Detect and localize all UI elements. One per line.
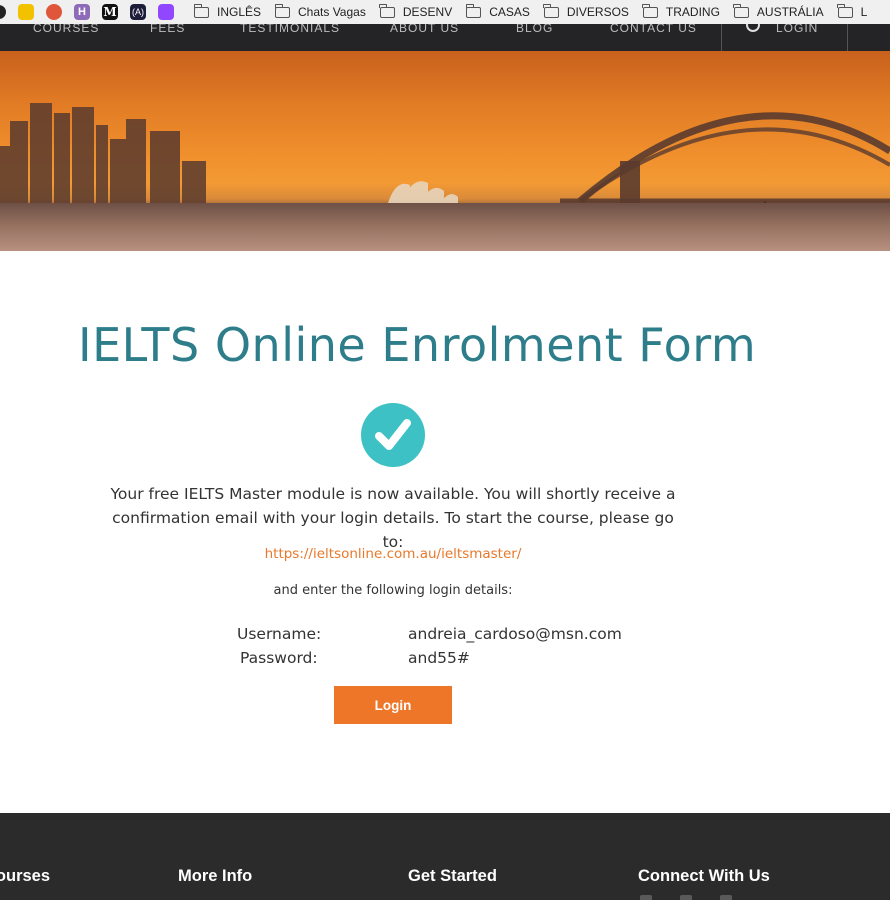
folder-icon (733, 3, 749, 18)
bookmark-folder-label: DIVERSOS (566, 5, 629, 19)
nav-fees[interactable]: FEES (150, 24, 185, 35)
footer-heading-more-info: More Info (178, 867, 253, 885)
username-value: andreia_cardoso@msn.com (408, 625, 622, 643)
bookmark-folder-label: L (860, 5, 868, 19)
twitter-icon[interactable] (680, 895, 692, 900)
bookmark-folder-chats-vagas[interactable]: Chats Vagas (274, 3, 366, 19)
nav-divider (721, 24, 722, 51)
page-title: IELTS Online Enrolment Form (78, 318, 757, 372)
folder-icon (465, 3, 482, 18)
facebook-icon[interactable] (640, 895, 652, 900)
course-link[interactable]: https://ieltsonline.com.au/ieltsmaster/ (0, 546, 786, 562)
h-purple-icon[interactable]: H (74, 4, 90, 20)
bookmark-folder-label: AUSTRÁLIA (756, 5, 824, 19)
folder-icon (193, 3, 209, 18)
site-nav: COURSES FEES TESTIMONIALS ABOUT US BLOG … (0, 24, 890, 51)
bookmark-folder-australia[interactable]: AUSTRÁLIA (733, 3, 824, 19)
footer-heading-connect: Connect With Us (638, 867, 770, 885)
medium-m-icon[interactable]: M (102, 4, 118, 20)
folder-icon (642, 3, 658, 18)
nav-courses[interactable]: COURSES (33, 24, 99, 35)
footer: Courses More Info Get Started Connect Wi… (0, 813, 890, 900)
bookmark-folder-label: CASAS (489, 5, 530, 19)
success-check-icon (361, 403, 425, 467)
bookmark-folder-label: DESENV (402, 5, 453, 19)
code-bracket-icon[interactable]: (A) (130, 4, 146, 20)
colorful-circle-icon[interactable] (46, 4, 62, 20)
nav-divider (847, 24, 848, 51)
nav-contact-us[interactable]: CONTACT US (610, 24, 697, 35)
dark-circle-icon[interactable] (0, 5, 6, 19)
bookmark-folder-desenv[interactable]: DESENV (379, 3, 453, 19)
bookmark-folder-ingles[interactable]: INGLÊS (193, 3, 262, 19)
folder-icon (274, 3, 291, 18)
hero-banner (0, 51, 890, 251)
bookmark-folder-label: INGLÊS (217, 5, 262, 19)
bookmark-folder-label: Chats Vagas (298, 5, 366, 19)
harbour-water (0, 203, 890, 251)
youtube-icon[interactable] (720, 895, 732, 900)
password-value: and55# (408, 649, 470, 667)
nav-blog[interactable]: BLOG (516, 24, 553, 35)
checkmark-icon (375, 419, 411, 450)
bookmark-folder-l[interactable]: L (837, 3, 868, 19)
footer-heading-courses: Courses (0, 867, 51, 885)
bookmark-folder-trading[interactable]: TRADING (642, 3, 720, 19)
bookmark-folder-diversos[interactable]: DIVERSOS (543, 3, 629, 19)
folder-icon (837, 3, 853, 18)
nav-testimonials[interactable]: TESTIMONIALS (240, 24, 340, 35)
bookmarks-bar: H M (A) INGLÊS Chats Vagas DESENV CASAS … (0, 0, 890, 25)
twitch-icon[interactable] (158, 4, 174, 20)
nav-about-us[interactable]: ABOUT US (390, 24, 459, 35)
folder-icon (379, 3, 395, 18)
smiley-yellow-icon[interactable] (18, 4, 34, 20)
footer-heading-get-started: Get Started (408, 867, 497, 885)
login-instructions: and enter the following login details: (273, 583, 513, 598)
folder-icon (543, 3, 559, 18)
username-label: Username: (237, 625, 322, 643)
login-button[interactable]: Login (334, 686, 452, 724)
success-message: Your free IELTS Master module is now ava… (110, 485, 676, 551)
password-label: Password: (240, 649, 318, 667)
bookmark-folder-casas[interactable]: CASAS (465, 3, 530, 19)
bookmark-folder-label: TRADING (665, 5, 720, 19)
nav-login[interactable]: LOGIN (776, 24, 818, 35)
user-icon (746, 24, 760, 32)
